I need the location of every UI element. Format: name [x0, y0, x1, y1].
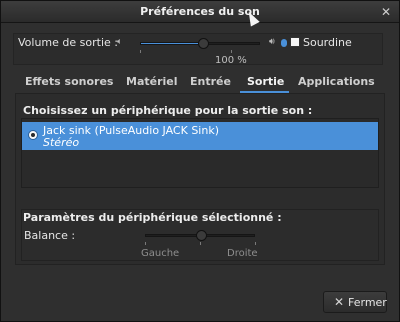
balance-left-label: Gauche — [141, 248, 180, 259]
balance-tick — [145, 242, 146, 245]
balance-slider-handle[interactable] — [195, 230, 207, 241]
radio-selected-dot — [31, 133, 35, 137]
choose-device-heading: Choisissez un périphérique pour la sorti… — [23, 104, 313, 117]
focus-indicator — [281, 39, 287, 47]
speaker-low-icon: 🔈︎ — [117, 37, 123, 47]
speaker-high-icon: 🔊︎ — [269, 37, 275, 47]
balance-right-label: Droite — [227, 248, 258, 259]
volume-percent-mark: 100 % — [215, 55, 247, 66]
tab-sound-effects[interactable]: Effets sonores — [25, 71, 113, 93]
balance-slider[interactable] — [145, 230, 255, 241]
close-button[interactable]: ✕ Fermer — [323, 291, 387, 313]
close-button-label: Fermer — [348, 296, 387, 309]
tab-input[interactable]: Entrée — [190, 71, 231, 93]
device-profile: Stéréo — [43, 136, 80, 149]
tab-applications[interactable]: Applications — [298, 71, 375, 93]
volume-tick — [231, 50, 232, 53]
volume-slider-handle[interactable] — [197, 38, 209, 49]
output-volume-slider[interactable] — [140, 38, 260, 49]
mute-checkbox[interactable] — [290, 37, 300, 47]
balance-label: Balance : — [24, 229, 76, 242]
tab-hardware[interactable]: Matériel — [126, 71, 178, 93]
mute-label: Sourdine — [303, 36, 352, 49]
close-icon: ✕ — [334, 295, 345, 309]
output-volume-label: Volume de sortie : — [18, 36, 118, 49]
balance-tick — [255, 242, 256, 245]
tab-output[interactable]: Sortie — [247, 71, 284, 93]
volume-tick — [140, 50, 141, 53]
device-list-item[interactable]: Jack sink (PulseAudio JACK Sink) Stéréo — [22, 122, 378, 150]
sound-preferences-window: Préférences du son ✕ Volume de sortie : … — [0, 0, 400, 322]
volume-slider-fill — [141, 43, 204, 44]
window-title: Préférences du son — [140, 5, 260, 18]
title-bar[interactable]: Préférences du son ✕ — [1, 1, 399, 23]
tab-bar: Effets sonores Matériel Entrée Sortie Ap… — [15, 71, 385, 93]
close-icon[interactable]: ✕ — [381, 5, 391, 19]
device-radio-button[interactable] — [28, 130, 38, 140]
balance-tick — [200, 242, 201, 245]
